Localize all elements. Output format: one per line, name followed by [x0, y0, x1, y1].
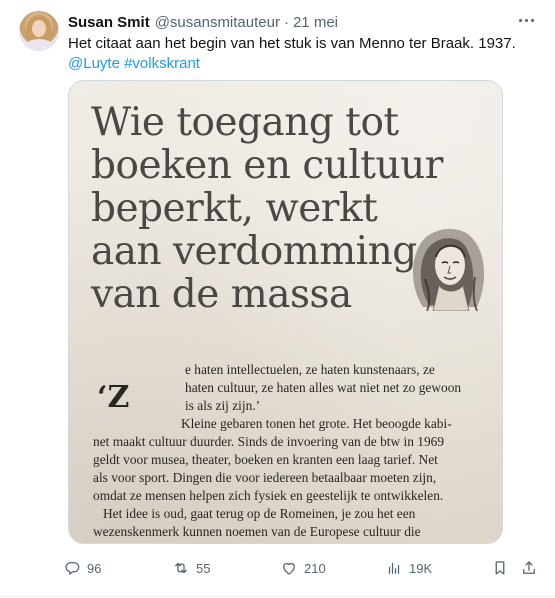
like-count: 210	[304, 560, 326, 576]
reply-button[interactable]: 96	[63, 554, 101, 582]
article-line: Het idee is oud, gaat terug op de Romein…	[103, 506, 416, 521]
reply-icon	[65, 562, 80, 575]
quote-line: Wie toegang tot	[91, 100, 399, 145]
repost-icon	[175, 562, 187, 574]
action-bar: 96 55 210 19K	[0, 554, 555, 582]
quote-line: beperkt, werkt	[91, 186, 378, 231]
more-icon[interactable]	[514, 10, 538, 30]
tweet: Susan Smit @susansmitauteur · 21 mei Het…	[0, 0, 555, 598]
quote-line: aan verdomming	[91, 229, 417, 274]
tweet-tags-line: @Luyte #volkskrant	[68, 54, 538, 74]
article-line: omdat ze mensen helpen zich fysiek en ge…	[93, 488, 444, 503]
views-count: 19K	[409, 560, 433, 576]
tweet-header: Susan Smit @susansmitauteur · 21 mei	[68, 12, 338, 32]
avatar[interactable]	[19, 11, 59, 51]
avatar-face	[32, 20, 46, 37]
bookmark-icon	[495, 561, 505, 575]
tweet-text-line: Het citaat aan het begin van het stuk is…	[68, 35, 516, 52]
article-line: geldt voor musea, theater, boeken en kra…	[93, 452, 438, 467]
reply-count: 96	[87, 560, 102, 576]
views-button[interactable]: 19K	[385, 554, 432, 582]
hashtag-link[interactable]: #volkskrant	[124, 55, 200, 72]
tweet-text: Het citaat aan het begin van het stuk is…	[68, 34, 538, 74]
article-line: haten cultuur, ze haten alles wat niet n…	[185, 380, 462, 395]
author-name[interactable]: Susan Smit	[68, 14, 150, 31]
like-button[interactable]: 210	[280, 554, 326, 582]
article-line: net maakt cultuur duurder. Sinds de invo…	[93, 434, 445, 449]
bookmark-button[interactable]	[491, 554, 509, 582]
article-line: Kleine gebaren tonen het grote. Het beoo…	[181, 416, 452, 431]
article-line: wezenskenmerk kunnen noemen van de Europ…	[93, 524, 421, 539]
repost-button[interactable]: 55	[172, 554, 210, 582]
tweet-image[interactable]: Wie toegang tot boeken en cultuur beperk…	[68, 80, 503, 544]
article-line: is als zij zijn.’	[185, 398, 261, 413]
repost-count: 55	[196, 560, 211, 576]
views-icon	[388, 562, 400, 574]
pull-quote: Wie toegang tot boeken en cultuur beperk…	[91, 101, 443, 316]
heart-icon	[283, 562, 295, 575]
article-text: e haten intellectuelen, ze haten kunsten…	[93, 361, 493, 541]
mention-link[interactable]: @Luyte	[68, 55, 120, 72]
share-icon	[523, 561, 535, 574]
article-line: e haten intellectuelen, ze haten kunsten…	[185, 362, 435, 377]
article-line: als voor sport. Dingen die voor iedereen…	[93, 470, 437, 485]
separator-dot: ·	[283, 13, 289, 31]
avatar-body	[23, 39, 55, 51]
author-handle[interactable]: @susansmitauteur	[155, 14, 280, 31]
share-button[interactable]	[520, 554, 538, 582]
quote-line: boeken en cultuur	[91, 143, 443, 188]
tweet-date[interactable]: 21 mei	[293, 14, 338, 31]
quote-line: van de massa	[91, 272, 352, 317]
portrait-illustration	[412, 228, 485, 311]
divider	[0, 596, 555, 597]
